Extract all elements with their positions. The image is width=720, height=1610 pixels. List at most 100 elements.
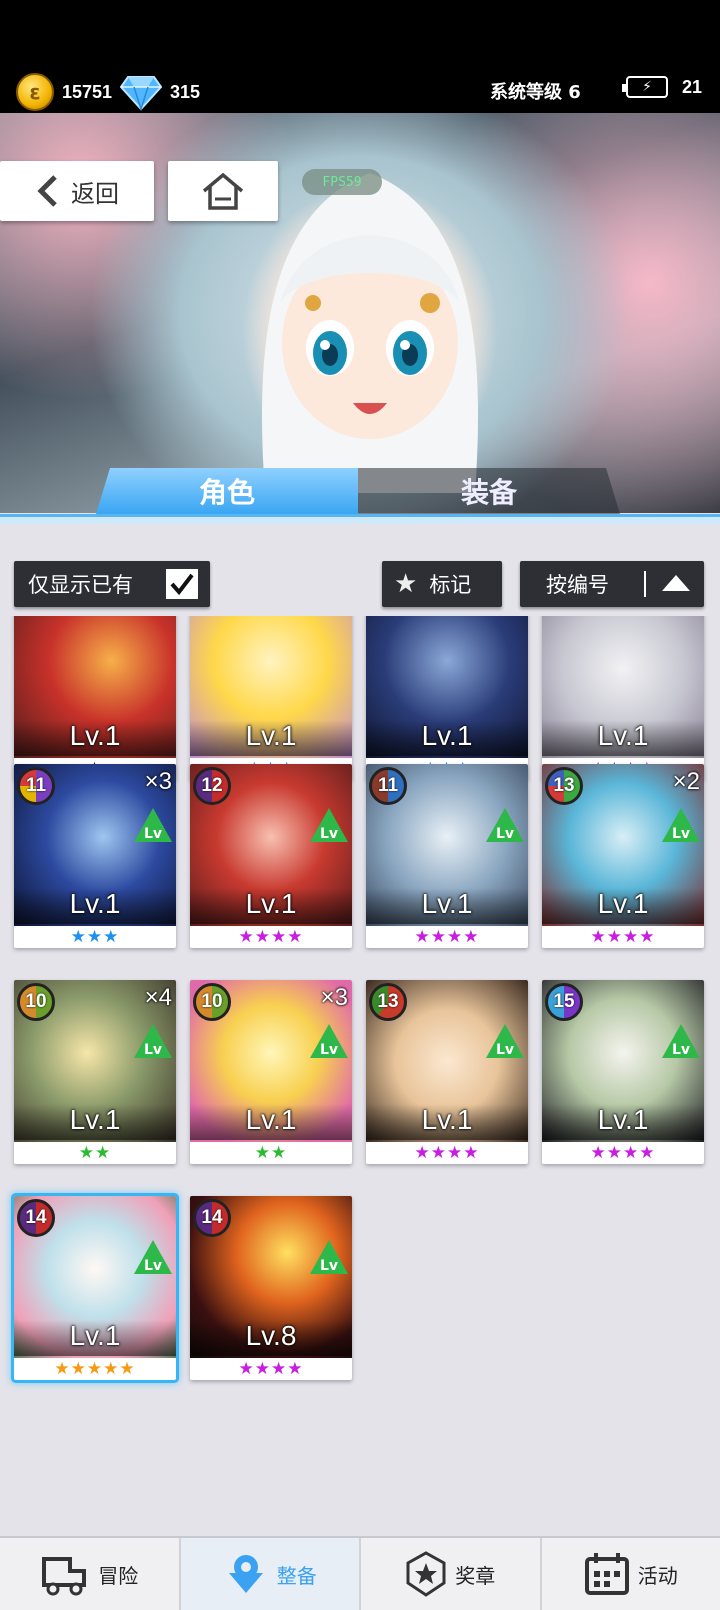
card-rarity-badge: 12 (193, 767, 231, 805)
owned-only-checkbox[interactable] (166, 569, 198, 599)
home-button[interactable] (168, 161, 278, 221)
nav-equip-label: 整备 (276, 1563, 317, 1588)
back-button[interactable]: 返回 (0, 161, 154, 221)
card-level: Lv.8 (190, 1320, 352, 1356)
card-level: Lv.1 (14, 1104, 176, 1140)
card-duplicate-count: ×3 (320, 984, 348, 1011)
card-level: Lv.1 (542, 888, 704, 924)
gold-resource[interactable]: ε 15751 (16, 72, 112, 112)
card-level: Lv.1 (190, 720, 352, 756)
tab-equipment[interactable]: 装备 (358, 468, 620, 514)
character-card[interactable]: 10 ×4 Lv Lv.1 ★★ (14, 980, 176, 1164)
resource-bar: ε 15751 315 系统等级 6 ⚡ 21 (0, 0, 720, 113)
character-card[interactable]: Lv.1 ★★★ (366, 616, 528, 780)
character-card[interactable]: 13 Lv Lv.1 ★★★★ (366, 980, 528, 1164)
nav-medals-label: 奖章 (455, 1563, 496, 1588)
card-level: Lv.1 (190, 888, 352, 924)
nav-adventure[interactable]: 冒险 (0, 1538, 181, 1610)
chevron-left-icon (37, 175, 57, 207)
character-card[interactable]: Lv.1 ★ (14, 616, 176, 780)
gear-heart-icon (228, 1555, 263, 1593)
card-duplicate-count: ×4 (144, 984, 172, 1011)
gold-amount: 15751 (62, 81, 113, 102)
card-level: Lv.1 (366, 720, 528, 756)
card-rarity-badge: 11 (369, 767, 407, 805)
tab-characters[interactable]: 角色 (96, 468, 358, 514)
nav-adventure-label: 冒险 (98, 1563, 139, 1588)
home-icon (202, 172, 244, 210)
energy-resource[interactable]: ⚡ 21 (622, 76, 703, 98)
gem-amount: 315 (170, 81, 201, 102)
character-grid: Lv.1 ★ Lv.1 ★★★ Lv.1 ★★★ Lv.1 ★★★★ 11 ×3… (0, 616, 720, 1536)
character-card[interactable]: 13 ×2 Lv Lv.1 ★★★★ (542, 764, 704, 948)
card-rarity-badge: 14 (193, 1199, 231, 1237)
bottom-navigation: 冒险 整备 奖章 活动 (0, 1536, 720, 1610)
card-rarity-badge: 14 (17, 1199, 55, 1237)
card-stars: ★★★ (70, 927, 120, 947)
card-stars: ★★ (254, 1143, 288, 1163)
tab-strip: 角色 装备 (0, 460, 720, 532)
hero-character-art (261, 173, 479, 493)
truck-icon (42, 1557, 87, 1596)
card-level: Lv.1 (542, 1104, 704, 1140)
character-card[interactable]: 11 Lv Lv.1 ★★★★ (366, 764, 528, 948)
card-stars: ★★ (78, 1143, 112, 1163)
card-level: Lv.1 (366, 888, 528, 924)
character-card[interactable]: 10 ×3 Lv Lv.1 ★★ (190, 980, 352, 1164)
fps-counter: FPS59 (302, 169, 382, 195)
character-card[interactable]: Lv.1 ★★★ (190, 616, 352, 780)
nav-equip[interactable]: 整备 (180, 1538, 361, 1610)
card-duplicate-count: ×2 (672, 768, 700, 795)
tab-underline (0, 514, 720, 524)
character-card[interactable]: 15 Lv Lv.1 ★★★★ (542, 980, 704, 1164)
gold-coin-icon: ε (16, 73, 54, 111)
card-level: Lv.1 (190, 1104, 352, 1140)
star-medal-icon (406, 1551, 446, 1597)
card-rarity-badge: 11 (17, 767, 55, 805)
sort-label: 按编号 (546, 573, 609, 597)
sort-button[interactable]: 按编号 (520, 561, 704, 607)
character-card[interactable]: 12 Lv Lv.1 ★★★★ (190, 764, 352, 948)
diamond-gem-icon (120, 76, 162, 111)
mark-filter-button[interactable]: ★ 标记 (382, 561, 502, 607)
nav-events[interactable]: 活动 (542, 1538, 720, 1610)
owned-only-filter[interactable]: 仅显示已有 (14, 561, 210, 607)
checkmark-icon (170, 573, 194, 596)
nav-events-label: 活动 (637, 1563, 678, 1588)
card-stars: ★★★★ (414, 927, 480, 947)
calendar-icon (584, 1553, 629, 1595)
card-stars: ★★★★★ (54, 1359, 136, 1379)
mark-label: 标记 (429, 573, 472, 597)
card-level: Lv.1 (14, 720, 176, 756)
card-stars: ★★★★ (414, 1143, 480, 1163)
battery-lightning-icon: ⚡ (622, 76, 668, 98)
hero-banner: 返回 FPS59 (0, 113, 720, 513)
card-level: Lv.1 (542, 720, 704, 756)
character-card[interactable]: 14 Lv Lv.8 ★★★★ (190, 1196, 352, 1380)
card-stars: ★★★★ (590, 1143, 656, 1163)
card-rarity-badge: 15 (545, 983, 583, 1021)
card-rarity-badge: 10 (17, 983, 55, 1021)
card-level: Lv.1 (14, 888, 176, 924)
character-card-selected[interactable]: 14 Lv Lv.1 ★★★★★ (14, 1196, 176, 1380)
sort-divider (644, 571, 646, 597)
nav-medals[interactable]: 奖章 (361, 1538, 542, 1610)
card-level: Lv.1 (14, 1320, 176, 1356)
back-label: 返回 (71, 179, 119, 208)
character-card[interactable]: Lv.1 ★★★★ (542, 616, 704, 780)
character-card[interactable]: 11 ×3 Lv Lv.1 ★★★ (14, 764, 176, 948)
star-icon: ★ (394, 569, 418, 599)
system-level: 系统等级 6 (490, 82, 581, 103)
card-rarity-badge: 13 (545, 767, 583, 805)
card-stars: ★★★★ (238, 927, 304, 947)
energy-amount: 21 (682, 76, 703, 97)
card-level: Lv.1 (366, 1104, 528, 1140)
owned-only-label: 仅显示已有 (28, 573, 133, 597)
card-stars: ★★★★ (238, 1359, 304, 1379)
gem-resource[interactable]: 315 (120, 72, 200, 112)
card-stars: ★★★★ (590, 927, 656, 947)
sort-ascending-icon[interactable] (662, 575, 690, 591)
card-rarity-badge: 13 (369, 983, 407, 1021)
card-rarity-badge: 10 (193, 983, 231, 1021)
card-duplicate-count: ×3 (144, 768, 172, 795)
